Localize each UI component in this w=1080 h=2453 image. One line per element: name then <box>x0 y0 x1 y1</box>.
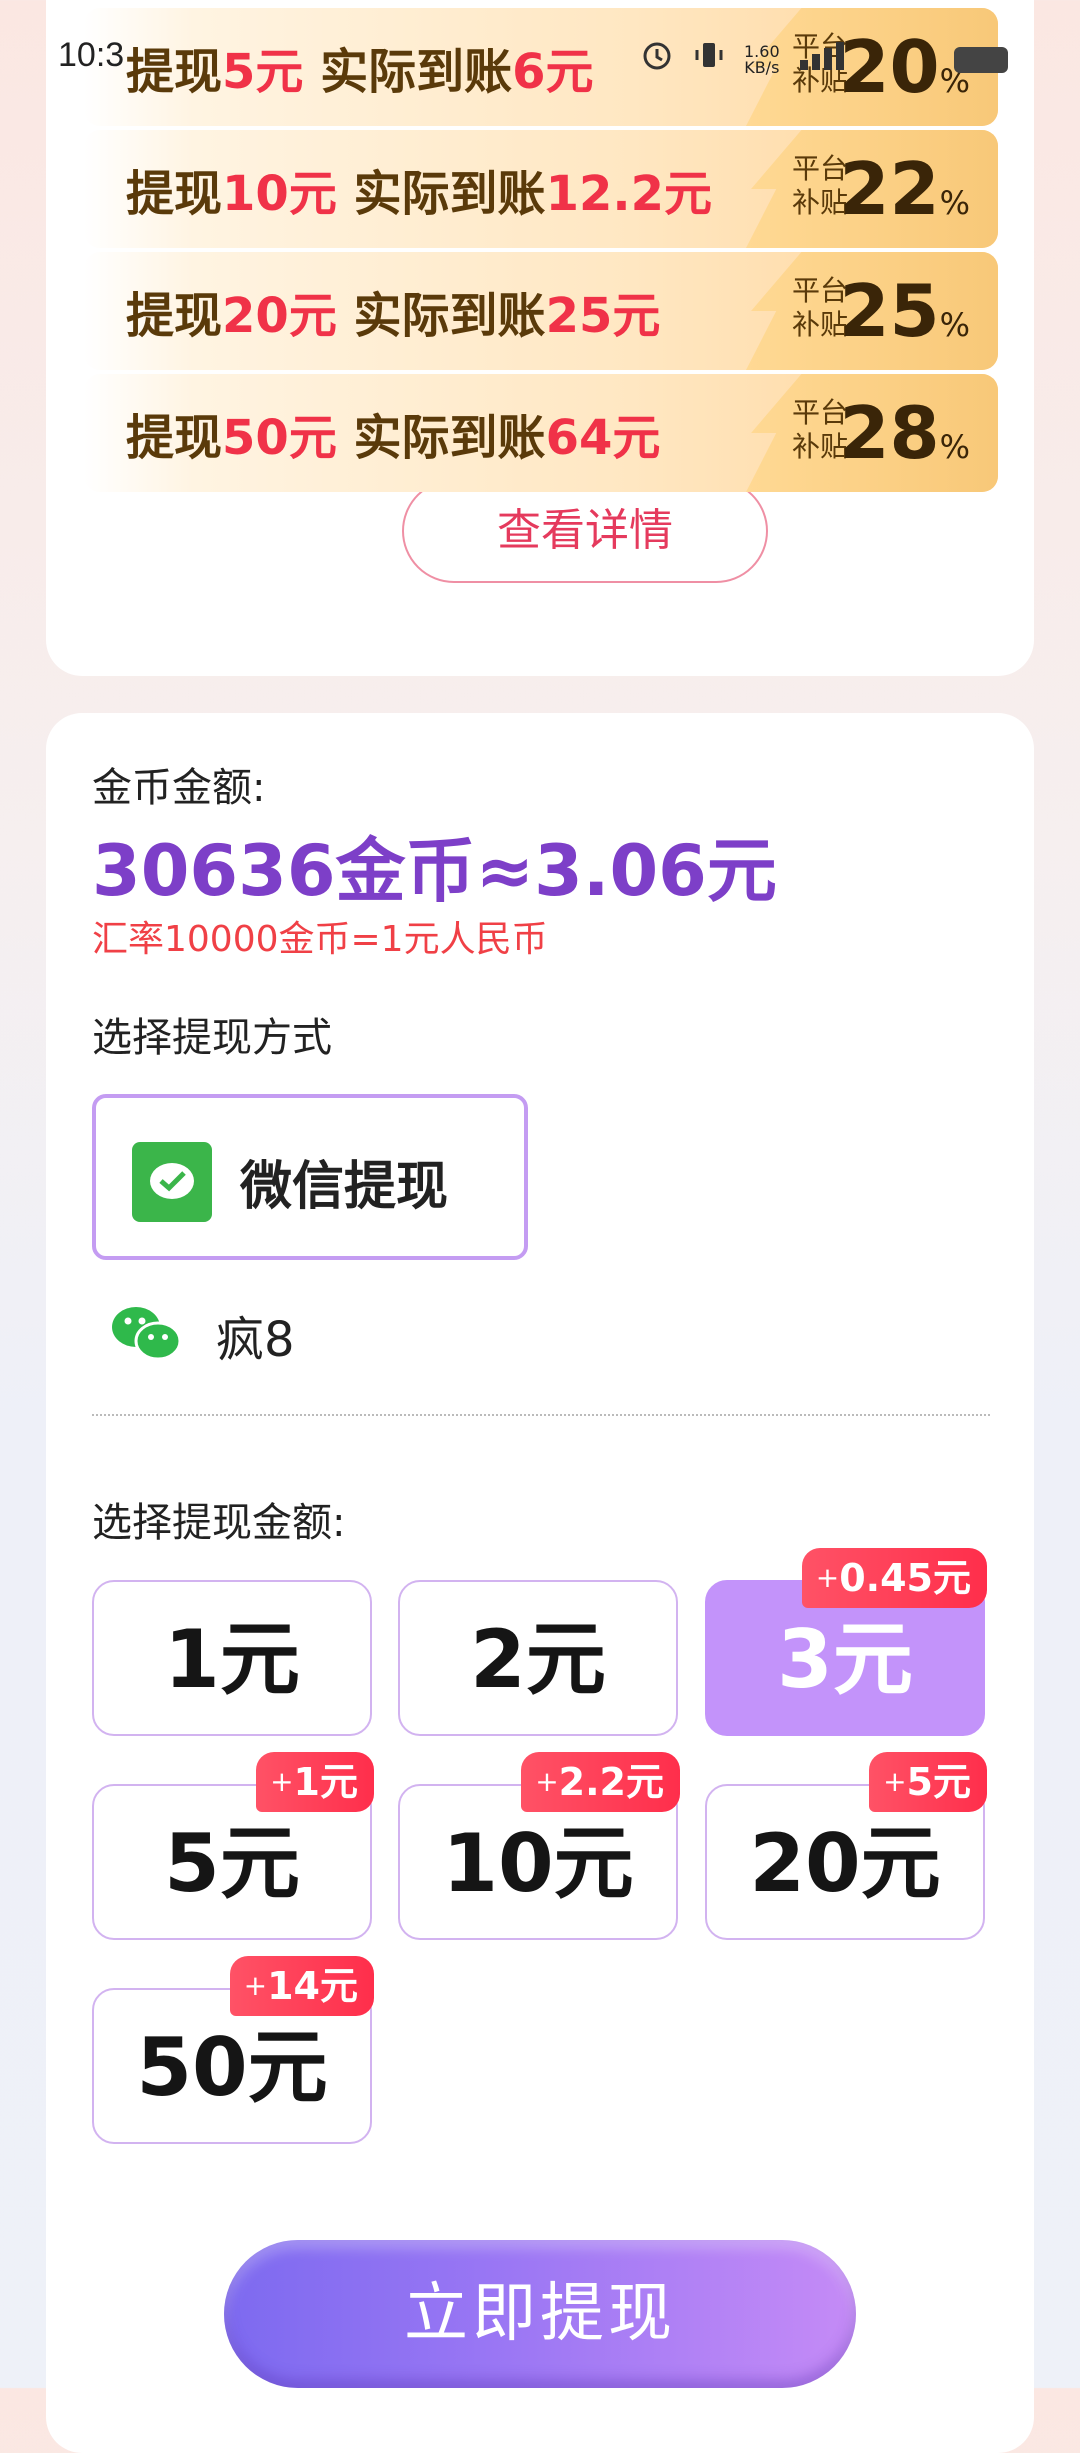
exchange-rate: 汇率10000金币=1元人民币 <box>92 919 548 960</box>
amount-option-3[interactable]: 3元 +0.45元 <box>705 1548 987 1736</box>
amount-label: 选择提现金额: <box>92 1500 346 1546</box>
amount-option-10[interactable]: 10元 +2.2元 <box>398 1752 680 1940</box>
tier-row: 提现50元 实际到账64元 平台 补贴 28% <box>84 374 998 492</box>
bonus-badge: +14元 <box>229 1956 374 2016</box>
tier-text: 提现20元 实际到账25元 <box>126 276 660 346</box>
wechat-logo-icon <box>108 1303 182 1367</box>
tier-received: 12.2元 <box>545 166 712 222</box>
status-bar: 10:3 1.60 KB/s <box>0 0 1080 120</box>
method-label: 选择提现方式 <box>92 1015 332 1061</box>
amount-option-20[interactable]: 20元 +5元 <box>705 1752 987 1940</box>
tier-amount: 10元 <box>222 166 337 222</box>
alarm-icon <box>640 38 674 81</box>
amount-option-1[interactable]: 1元 <box>92 1580 372 1736</box>
tier-row: 提现20元 实际到账25元 平台 补贴 25% <box>84 252 998 370</box>
amount-option-50[interactable]: 50元 +14元 <box>92 1956 374 2144</box>
tier-text: 提现10元 实际到账12.2元 <box>126 154 712 224</box>
bonus-badge: +0.45元 <box>801 1548 987 1608</box>
tier-row: 提现10元 实际到账12.2元 平台 补贴 22% <box>84 130 998 248</box>
tier-bonus-pct: 22% <box>839 147 970 231</box>
tier-bonus-pct: 25% <box>839 269 970 353</box>
wechat-option-label: 微信提现 <box>240 1157 449 1217</box>
tier-middle: 实际到账 <box>353 410 546 466</box>
amount-option-2[interactable]: 2元 <box>398 1580 678 1736</box>
coin-amount: 30636金币≈3.06元 <box>92 830 777 912</box>
wechat-pay-icon <box>132 1142 212 1222</box>
amount-option-5[interactable]: 5元 +1元 <box>92 1752 374 1940</box>
status-icons: 1.60 KB/s <box>640 38 1008 81</box>
tier-text: 提现50元 实际到账64元 <box>126 398 660 468</box>
tier-amount: 50元 <box>222 410 337 466</box>
divider <box>92 1414 990 1416</box>
signal-icon <box>798 38 858 81</box>
net-speed-unit: KB/s <box>744 57 780 77</box>
tier-middle: 实际到账 <box>353 288 546 344</box>
tier-bonus-pct: 28% <box>839 391 970 475</box>
bonus-badge: +1元 <box>256 1752 374 1812</box>
wechat-account-name: 疯8 <box>216 1312 295 1368</box>
tier-prefix: 提现 <box>126 166 223 222</box>
tier-prefix: 提现 <box>126 288 223 344</box>
status-time: 10:3 <box>58 36 125 74</box>
tier-middle: 实际到账 <box>353 166 546 222</box>
coin-label: 金币金额: <box>92 765 266 811</box>
tier-received: 25元 <box>545 288 661 344</box>
vibrate-icon <box>692 38 726 81</box>
withdraw-now-button[interactable]: 立即提现 <box>224 2240 856 2388</box>
tier-amount: 20元 <box>222 288 337 344</box>
view-details-button[interactable]: 查看详情 <box>402 479 768 583</box>
bonus-badge: +2.2元 <box>521 1752 680 1812</box>
tier-received: 64元 <box>545 410 661 466</box>
net-speed: 1.60 KB/s <box>744 43 780 77</box>
wechat-withdraw-option[interactable]: 微信提现 <box>92 1094 528 1260</box>
wechat-account-row: 疯8 <box>108 1295 295 1375</box>
tier-prefix: 提现 <box>126 410 223 466</box>
bonus-badge: +5元 <box>869 1752 987 1812</box>
battery-icon <box>953 46 1008 73</box>
